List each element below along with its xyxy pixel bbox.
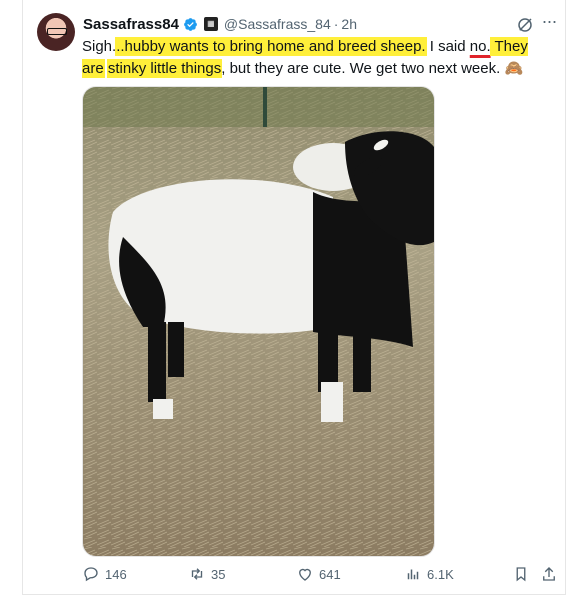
grok-icon[interactable]	[516, 16, 534, 34]
share-icon	[543, 567, 555, 581]
text-part-sigh: Sigh.	[82, 38, 117, 55]
reply-button[interactable]: 146	[82, 565, 127, 583]
bookmark-icon	[516, 567, 526, 582]
verified-badge-icon	[184, 17, 197, 31]
like-count: 641	[319, 566, 341, 582]
views-count: 6.1K	[427, 566, 454, 582]
text-part-but-cute: , but they are cute. We get two next wee…	[221, 59, 505, 77]
author-name[interactable]: Sassafrass84	[83, 16, 179, 33]
views-button[interactable]: 6.1K	[404, 565, 454, 583]
reply-icon	[84, 567, 98, 582]
tweet-actions: 146 35 641 6.1K	[82, 565, 562, 585]
heart-icon	[299, 568, 311, 581]
author-handle[interactable]: @Sassafrass_84	[224, 16, 331, 32]
tweet-time[interactable]: 2h	[341, 16, 357, 32]
more-options-icon[interactable]: ···	[540, 12, 558, 32]
affiliate-badge-icon: ▦	[203, 17, 218, 31]
underlined-text-no: no.	[469, 38, 491, 55]
retweet-icon	[191, 568, 203, 580]
tweet-text: Sigh...hubby wants to bring home and bre…	[82, 36, 542, 79]
share-button[interactable]	[540, 565, 563, 583]
sheep-photo	[83, 87, 434, 556]
highlighted-text-stinky: stinky little things	[107, 59, 222, 77]
tweet-header: Sassafrass84 ▦ @Sassafrass_84 · 2h	[83, 14, 357, 34]
retweet-button[interactable]: 35	[188, 565, 225, 583]
tweet-media-photo[interactable]	[82, 86, 435, 557]
text-part-i-said: I said	[425, 38, 470, 55]
highlighted-text-hubby: ..hubby wants to bring home and breed sh…	[116, 38, 426, 55]
retweet-count: 35	[211, 566, 226, 582]
like-button[interactable]: 641	[296, 565, 341, 583]
avatar[interactable]	[37, 13, 75, 51]
avatar-glasses	[47, 28, 67, 35]
bookmark-button[interactable]	[512, 565, 535, 583]
header-separator: ·	[333, 16, 339, 32]
emoji-monkey: 🙈	[504, 59, 524, 77]
views-chart-icon	[407, 569, 419, 580]
reply-count: 146	[105, 566, 127, 582]
